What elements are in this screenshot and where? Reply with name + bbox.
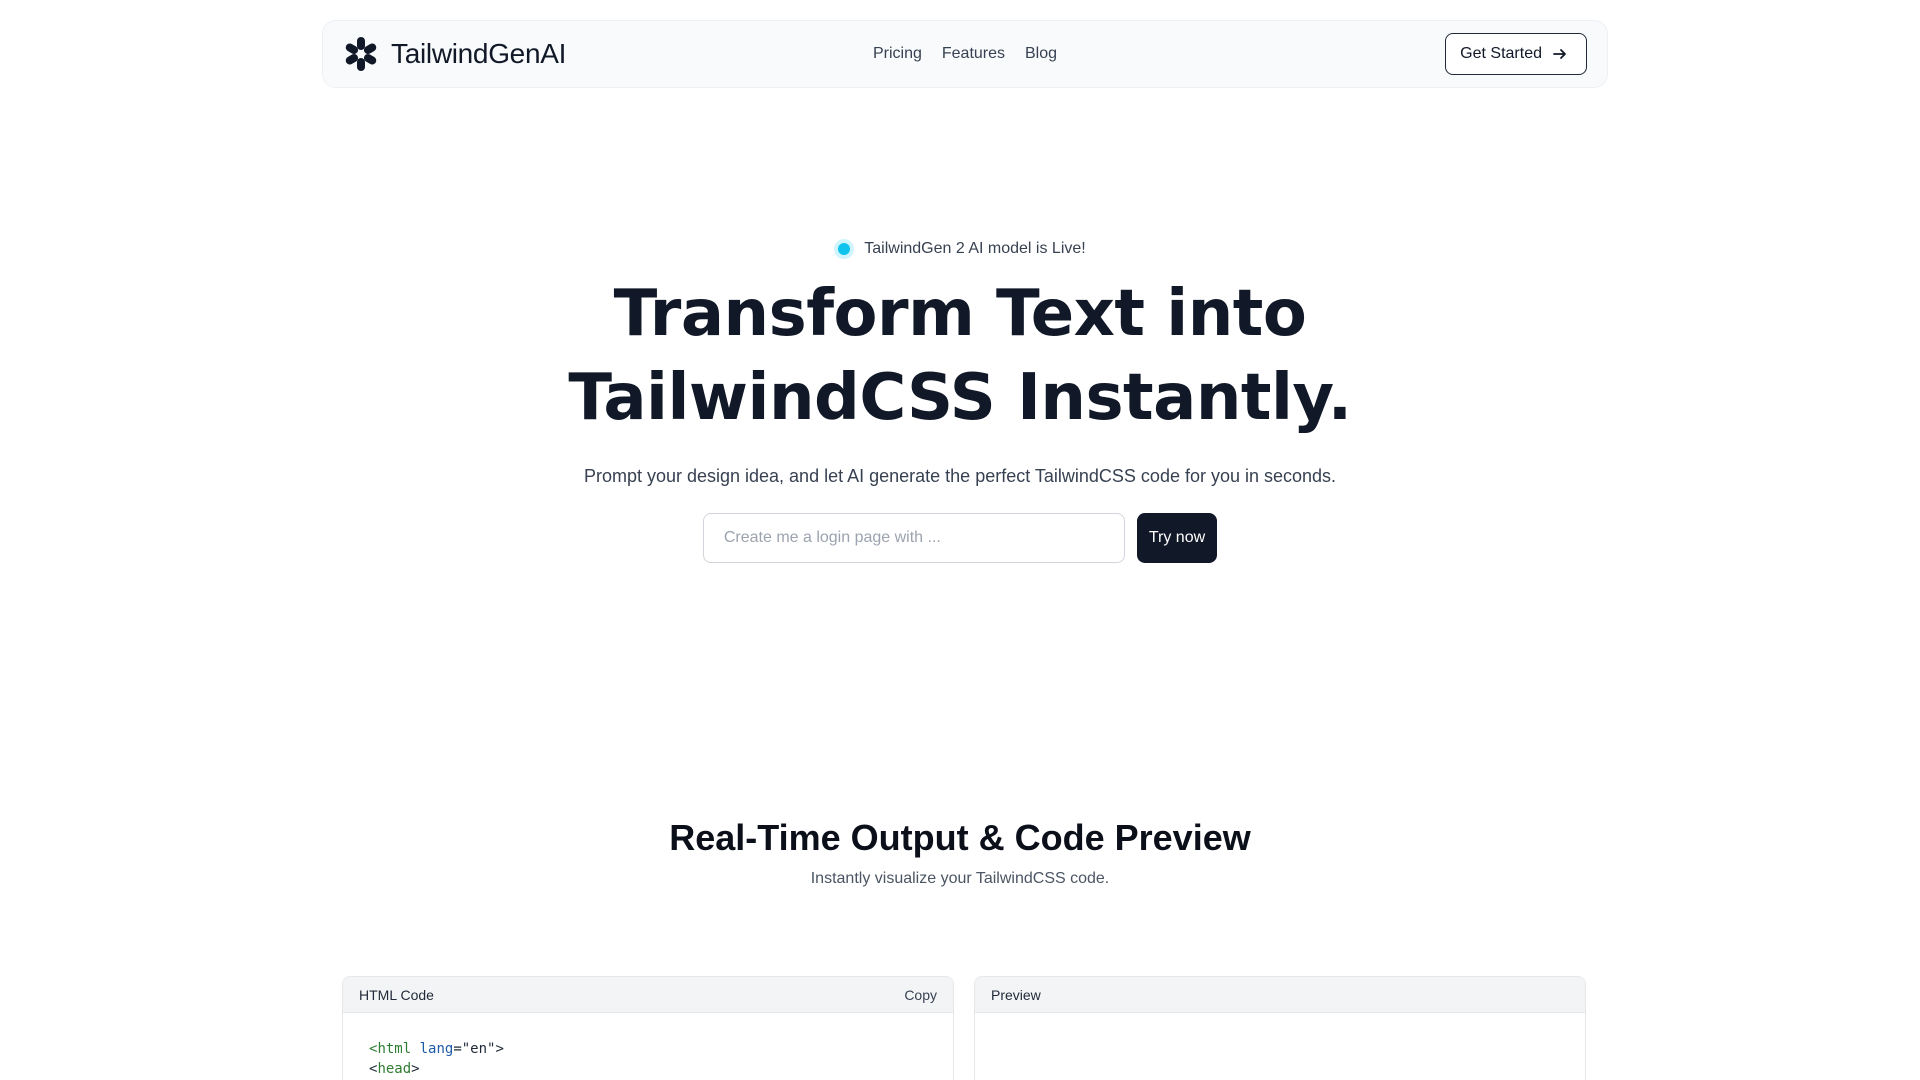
code-panel-header: HTML Code Copy — [343, 977, 953, 1013]
preview-panel-header: Preview — [975, 977, 1585, 1013]
live-dot-icon — [834, 239, 855, 259]
section-title: Real-Time Output & Code Preview — [669, 817, 1251, 858]
try-now-button[interactable]: Try now — [1136, 513, 1218, 563]
preview-area[interactable] — [975, 1013, 1585, 1080]
code-token: > — [495, 1041, 504, 1057]
brand-name: TailwindGenAI — [391, 38, 567, 69]
code-panel-title: HTML Code — [359, 986, 434, 1003]
brand[interactable]: TailwindGenAI — [343, 36, 566, 72]
landing-page: TailwindGenAI Pricing Features Blog Get … — [0, 0, 1920, 1080]
copy-button[interactable]: Copy — [904, 987, 937, 1003]
code-block[interactable]: <html lang="en"><head> <title>Glowing bu… — [343, 1013, 953, 1080]
html-code-panel: HTML Code Copy <html lang="en"><head> <t… — [342, 976, 954, 1080]
prompt-input[interactable] — [702, 513, 1125, 563]
prompt-row: Try now — [702, 513, 1218, 563]
brand-logo-icon — [345, 37, 377, 71]
preview-section-header: Real-Time Output & Code Preview Instantl… — [0, 814, 1920, 888]
code-token: > — [411, 1061, 420, 1077]
code-token: lang — [419, 1041, 454, 1057]
live-badge: TailwindGen 2 AI model is Live! — [834, 236, 1086, 262]
get-started-label: Get Started — [1460, 45, 1542, 62]
nav-link-features[interactable]: Features — [942, 45, 1005, 63]
code-line: <head> — [369, 1059, 927, 1079]
preview-panel: Preview — [974, 976, 1586, 1080]
hero-title-line-2: TailwindCSS Instantly. — [568, 361, 1352, 435]
code-line: <html lang="en"> — [369, 1039, 927, 1059]
code-token: head — [377, 1061, 412, 1077]
preview-panel-title: Preview — [991, 986, 1041, 1003]
code-token: html — [377, 1041, 412, 1057]
nav-link-pricing[interactable]: Pricing — [873, 45, 922, 63]
hero-title-line-1: Transform Text into — [613, 277, 1307, 351]
nav-link-blog[interactable]: Blog — [1025, 45, 1057, 63]
code-token: = — [453, 1041, 462, 1057]
arrow-right-icon — [1553, 49, 1566, 59]
hero: TailwindGen 2 AI model is Live! Transfor… — [0, 236, 1920, 563]
navbar: TailwindGenAI Pricing Features Blog Get … — [322, 20, 1608, 88]
hero-subtitle: Prompt your design idea, and let AI gene… — [583, 466, 1337, 486]
get-started-button[interactable]: Get Started — [1445, 33, 1587, 75]
code-token: "en" — [461, 1041, 496, 1057]
nav-links: Pricing Features Blog — [873, 45, 1057, 63]
badge-text: TailwindGen 2 AI model is Live! — [864, 240, 1086, 257]
hero-title: Transform Text into TailwindCSS Instantl… — [410, 272, 1510, 440]
section-subtitle: Instantly visualize your TailwindCSS cod… — [810, 870, 1110, 887]
